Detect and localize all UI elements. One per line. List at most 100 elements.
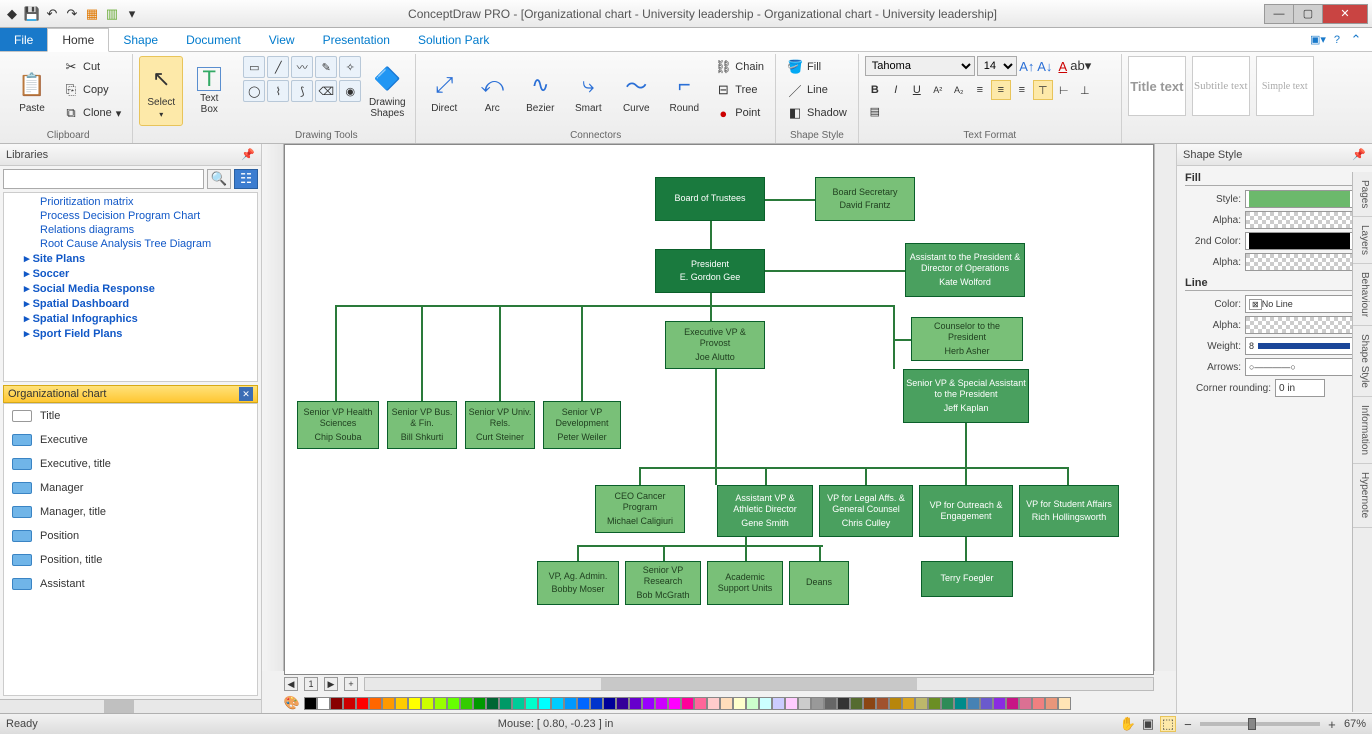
app-icon[interactable]: ◆ xyxy=(4,6,20,22)
preset-title[interactable]: Title text xyxy=(1128,56,1186,116)
shape-item[interactable]: Position, title xyxy=(4,548,257,572)
panel-scrollbar[interactable] xyxy=(0,699,261,713)
color-swatch[interactable] xyxy=(590,697,603,710)
redo-icon[interactable]: ↷ xyxy=(64,6,80,22)
fill-color2-select[interactable] xyxy=(1245,232,1354,250)
tool-rect[interactable]: ▭ xyxy=(243,56,265,78)
org-node-deans[interactable]: Deans xyxy=(789,561,849,605)
color-swatch[interactable] xyxy=(1006,697,1019,710)
color-swatch[interactable] xyxy=(759,697,772,710)
page-next[interactable]: ▶ xyxy=(324,677,338,691)
library-tree-item[interactable]: ▸ Site Plans xyxy=(4,251,257,266)
org-node-svpsa[interactable]: Senior VP & Special Assistant to the Pre… xyxy=(903,369,1029,423)
org-node-svpur[interactable]: Senior VP Univ. Rels.Curt Steiner xyxy=(465,401,535,449)
library-tree-item[interactable]: Process Decision Program Chart xyxy=(4,209,257,223)
tool-erase[interactable]: ⌫ xyxy=(315,80,337,102)
side-tab-behaviour[interactable]: Behaviour xyxy=(1353,264,1372,326)
color-swatch[interactable] xyxy=(811,697,824,710)
library-tree[interactable]: Prioritization matrixProcess Decision Pr… xyxy=(3,192,258,382)
help-icon[interactable]: ? xyxy=(1334,34,1340,46)
line-weight-select[interactable]: 8 xyxy=(1245,337,1354,355)
preset-subtitle[interactable]: Subtitle text xyxy=(1192,56,1250,116)
color-swatch[interactable] xyxy=(460,697,473,710)
minimize-button[interactable]: — xyxy=(1264,4,1294,24)
tool-draw[interactable]: ✎ xyxy=(315,56,337,78)
color-swatch[interactable] xyxy=(941,697,954,710)
color-swatch[interactable] xyxy=(343,697,356,710)
tool-star[interactable]: ✧ xyxy=(339,56,361,78)
org-node-evp[interactable]: Executive VP & ProvostJoe Alutto xyxy=(665,321,765,369)
font-select[interactable]: Tahoma xyxy=(865,56,975,76)
line-color-select[interactable]: ⊠ No Line xyxy=(1245,295,1354,313)
org-node-svpr[interactable]: Senior VP ResearchBob McGrath xyxy=(625,561,701,605)
color-swatch[interactable] xyxy=(525,697,538,710)
color-swatch[interactable] xyxy=(642,697,655,710)
color-swatch[interactable] xyxy=(434,697,447,710)
pin-icon[interactable]: 📌 xyxy=(1352,148,1366,161)
library-tree-item[interactable]: ▸ Soccer xyxy=(4,266,257,281)
connector-bezier[interactable]: ∿Bezier xyxy=(518,56,562,126)
shadow-button[interactable]: ◧Shadow xyxy=(782,102,852,124)
align-top-button[interactable]: ⊤ xyxy=(1033,80,1053,100)
zoom-out-button[interactable]: − xyxy=(1180,716,1196,732)
color-swatch[interactable] xyxy=(616,697,629,710)
undo-icon[interactable]: ↶ xyxy=(44,6,60,22)
org-node-vpag[interactable]: VP, Ag. Admin.Bobby Moser xyxy=(537,561,619,605)
side-tab-layers[interactable]: Layers xyxy=(1353,217,1372,264)
side-tab-shape-style[interactable]: Shape Style xyxy=(1353,326,1372,397)
fill-alpha2-slider[interactable] xyxy=(1245,253,1364,271)
point-button[interactable]: ●Point xyxy=(710,102,769,124)
strike-button[interactable]: A² xyxy=(928,80,948,100)
side-tab-hypernote[interactable]: Hypernote xyxy=(1353,464,1372,527)
tool-node[interactable]: ◉ xyxy=(339,80,361,102)
textbox-button[interactable]: TText Box xyxy=(187,56,231,126)
align-right-button[interactable]: ≡ xyxy=(1012,80,1032,100)
shape-item[interactable]: Manager xyxy=(4,476,257,500)
canvas-scrollbar[interactable] xyxy=(1154,144,1176,671)
library-tree-item[interactable]: Root Cause Analysis Tree Diagram xyxy=(4,237,257,251)
library-tree-item[interactable]: Relations diagrams xyxy=(4,223,257,237)
color-swatch[interactable] xyxy=(772,697,785,710)
color-swatch[interactable] xyxy=(967,697,980,710)
color-swatch[interactable] xyxy=(304,697,317,710)
fill-style-select[interactable] xyxy=(1245,190,1354,208)
org-node-tf[interactable]: Terry Foegler xyxy=(921,561,1013,597)
justify-button[interactable]: ▤ xyxy=(865,101,885,121)
grow-font-icon[interactable]: A↑ xyxy=(1019,58,1035,74)
color-swatch[interactable] xyxy=(863,697,876,710)
color-swatch[interactable] xyxy=(837,697,850,710)
bold-button[interactable]: B xyxy=(865,80,885,100)
color-swatch[interactable] xyxy=(538,697,551,710)
page-num[interactable]: 1 xyxy=(304,677,318,691)
shape-item[interactable]: Title xyxy=(4,404,257,428)
tree-button[interactable]: ⊟Tree xyxy=(710,79,769,101)
collapse-ribbon-icon[interactable]: ⌃ xyxy=(1348,32,1364,48)
font-size-select[interactable]: 14 xyxy=(977,56,1017,76)
align-center-button[interactable]: ≡ xyxy=(991,80,1011,100)
font-color-icon[interactable]: A xyxy=(1055,58,1071,74)
color-swatch[interactable] xyxy=(668,697,681,710)
search-mode-button[interactable]: ☷ xyxy=(234,169,258,189)
drawing-shapes-button[interactable]: 🔷Drawing Shapes xyxy=(365,56,409,126)
color-swatch[interactable] xyxy=(447,697,460,710)
color-swatch[interactable] xyxy=(395,697,408,710)
italic-button[interactable]: I xyxy=(886,80,906,100)
drawing-canvas[interactable]: Board of TrusteesBoard SecretaryDavid Fr… xyxy=(284,144,1154,675)
connector-curve[interactable]: 〜Curve xyxy=(614,56,658,126)
search-button[interactable]: 🔍 xyxy=(207,169,231,189)
tool-wave[interactable]: 〰 xyxy=(291,56,313,78)
tab-shape[interactable]: Shape xyxy=(109,28,172,51)
color-swatch[interactable] xyxy=(681,697,694,710)
shape-item[interactable]: Executive xyxy=(4,428,257,452)
org-node-svphs[interactable]: Senior VP Health SciencesChip Souba xyxy=(297,401,379,449)
color-swatch[interactable] xyxy=(980,697,993,710)
color-swatch[interactable] xyxy=(928,697,941,710)
connector-round[interactable]: ⌐Round xyxy=(662,56,706,126)
color-swatch[interactable] xyxy=(954,697,967,710)
pin-icon[interactable]: 📌 xyxy=(241,148,255,161)
color-swatch[interactable] xyxy=(408,697,421,710)
tool-polyline[interactable]: ⌇ xyxy=(267,80,289,102)
color-swatch[interactable] xyxy=(876,697,889,710)
zoom-slider[interactable] xyxy=(1200,722,1320,726)
rounding-input[interactable]: 0 in xyxy=(1275,379,1325,397)
